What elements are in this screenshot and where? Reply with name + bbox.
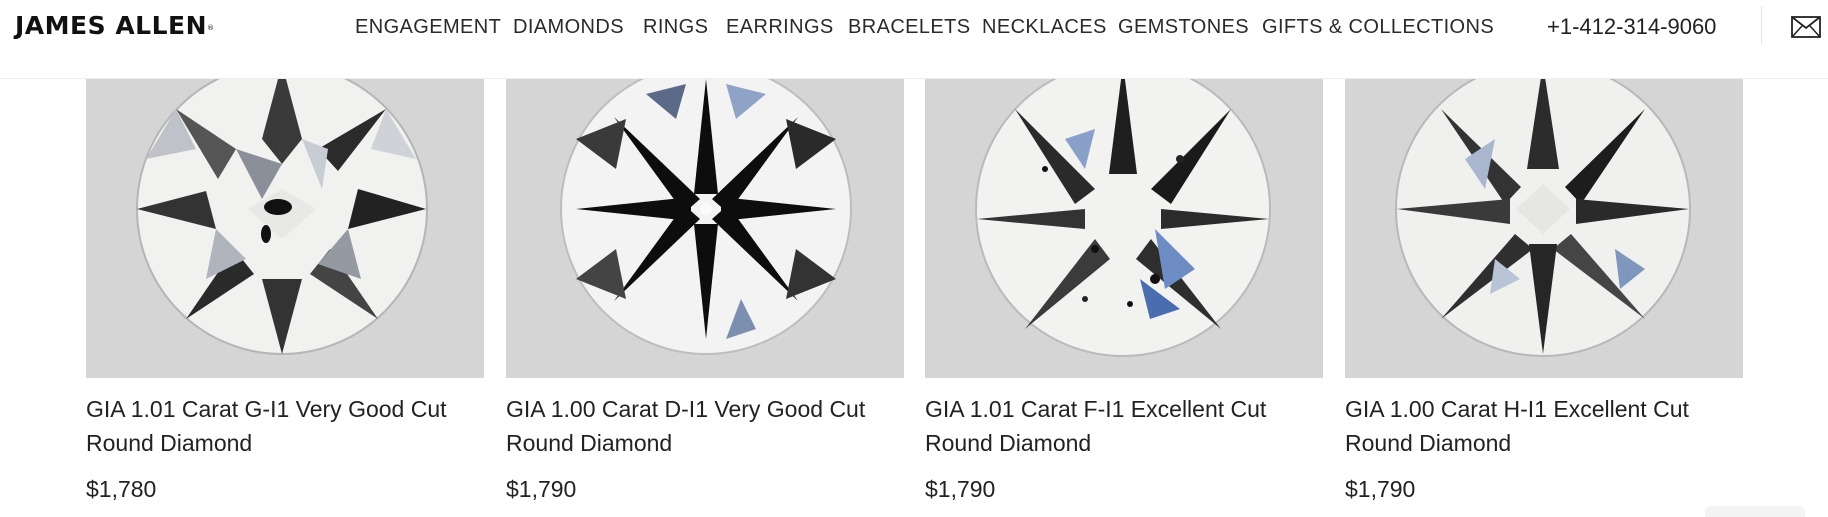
james-allen-logo[interactable]: JAMES ALLEN® [15, 10, 215, 42]
diamond-image [1345, 79, 1743, 378]
envelope-icon[interactable] [1791, 16, 1821, 38]
diamond-image [506, 79, 904, 378]
product-image-3[interactable] [925, 79, 1323, 378]
product-title-3[interactable]: GIA 1.01 Carat F-I1 Excellent Cut Round … [925, 392, 1325, 460]
product-title-2[interactable]: GIA 1.00 Carat D-I1 Very Good Cut Round … [506, 392, 906, 460]
nav-necklaces[interactable]: NECKLACES [982, 14, 1107, 40]
site-header: JAMES ALLEN® ENGAGEMENT DIAMONDS RINGS E… [0, 0, 1828, 79]
product-price-4: $1,790 [1345, 476, 1416, 502]
nav-bracelets[interactable]: BRACELETS [848, 14, 971, 40]
diamond-image [86, 79, 484, 378]
nav-engagement[interactable]: ENGAGEMENT [355, 14, 501, 40]
nav-earrings[interactable]: EARRINGS [726, 14, 834, 40]
nav-diamonds[interactable]: DIAMONDS [513, 14, 624, 40]
nav-rings[interactable]: RINGS [643, 14, 708, 40]
logo-text: JAMES ALLEN [15, 11, 208, 40]
product-price-3: $1,790 [925, 476, 996, 502]
phone-number-link[interactable]: +1-412-314-9060 [1547, 13, 1716, 41]
product-image-1[interactable] [86, 79, 484, 378]
diamond-image [925, 79, 1323, 378]
nav-gemstones[interactable]: GEMSTONES [1118, 14, 1249, 40]
product-title-4[interactable]: GIA 1.00 Carat H-I1 Excellent Cut Round … [1345, 392, 1745, 460]
product-title-1[interactable]: GIA 1.01 Carat G-I1 Very Good Cut Round … [86, 392, 486, 460]
registered-mark: ® [207, 24, 215, 32]
product-image-2[interactable] [506, 79, 904, 378]
chat-widget-edge[interactable] [1705, 506, 1805, 517]
product-price-2: $1,790 [506, 476, 577, 502]
nav-gifts-collections[interactable]: GIFTS & COLLECTIONS [1262, 14, 1494, 40]
product-image-4[interactable] [1345, 79, 1743, 378]
header-divider [1761, 6, 1762, 44]
product-price-1: $1,780 [86, 476, 157, 502]
